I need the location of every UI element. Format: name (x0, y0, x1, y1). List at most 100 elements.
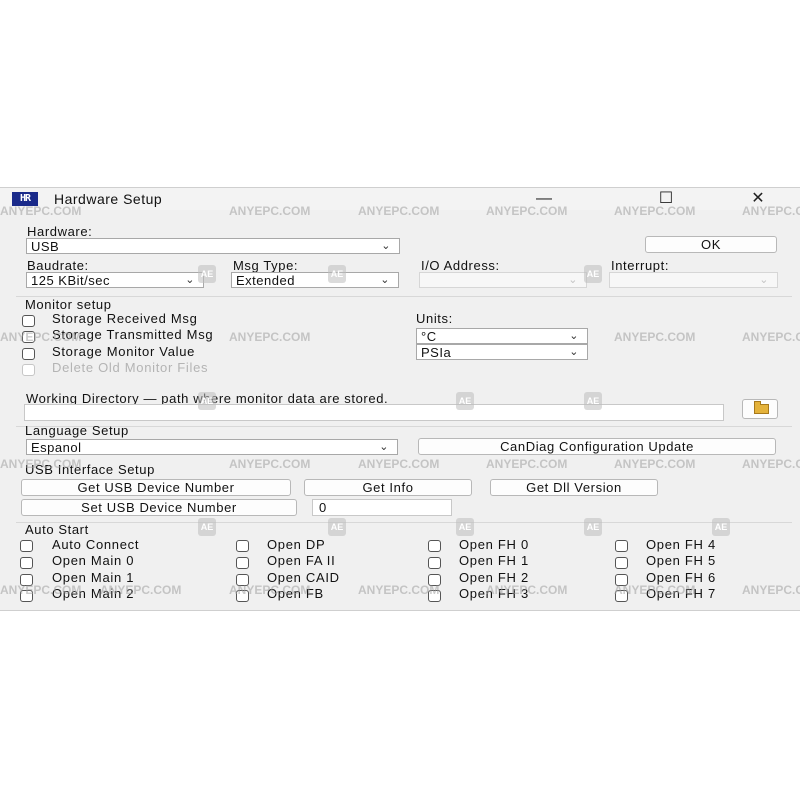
watermark-text: ANYEPC.COM (742, 204, 800, 218)
watermark-logo: AE (198, 518, 216, 536)
baudrate-value: 125 KBit/sec (31, 273, 110, 288)
watermark-text: ANYEPC.COM (614, 204, 696, 218)
interrupt-label: Interrupt: (611, 258, 670, 273)
chevron-down-icon: ⌄ (380, 274, 390, 286)
io-address-select[interactable]: ⌄ (419, 272, 587, 288)
watermark-text: ANYEPC.COM (742, 457, 800, 471)
watermark-text: ANYEPC.COM (229, 330, 311, 344)
watermark-text: ANYEPC.COM (358, 457, 440, 471)
watermark-text: ANYEPC.COM (358, 583, 440, 597)
baudrate-select[interactable]: 125 KBit/sec ⌄ (26, 272, 204, 288)
get-info-button[interactable]: Get Info (304, 479, 472, 496)
watermark-text: ANYEPC.COM (229, 457, 311, 471)
units-label: Units: (416, 311, 453, 326)
msg-type-label: Msg Type: (233, 258, 299, 273)
open-main0-label: Open Main 0 (52, 553, 135, 568)
watermark-logo: AE (584, 265, 602, 283)
watermark-text: ANYEPC.COM (614, 330, 696, 344)
chevron-down-icon: ⌄ (759, 274, 769, 286)
temperature-unit-value: °C (421, 329, 437, 344)
auto-connect-checkbox[interactable] (20, 540, 33, 552)
storage-received-label: Storage Received Msg (52, 311, 198, 326)
open-fh5-checkbox[interactable] (615, 557, 628, 569)
storage-monitor-value-checkbox[interactable] (22, 348, 35, 360)
pressure-unit-select[interactable]: PSIa ⌄ (416, 344, 588, 360)
chevron-down-icon: ⌄ (185, 274, 195, 286)
open-fh4-checkbox[interactable] (615, 540, 628, 552)
watermark-text: ANYEPC.COM (614, 583, 696, 597)
auto-start-title: Auto Start (25, 522, 89, 537)
hardware-setup-window: HR Hardware Setup — ☐ ✕ Hardware: USB ⌄ … (0, 187, 800, 611)
divider (16, 296, 792, 297)
open-fh1-checkbox[interactable] (428, 557, 441, 569)
storage-received-checkbox[interactable] (22, 315, 35, 327)
interrupt-select[interactable]: ⌄ (609, 272, 778, 288)
io-address-label: I/O Address: (421, 258, 500, 273)
divider (16, 522, 792, 523)
open-main0-checkbox[interactable] (20, 557, 33, 569)
msg-type-select[interactable]: Extended ⌄ (231, 272, 399, 288)
ok-button[interactable]: OK (645, 236, 777, 253)
watermark-logo: AE (198, 265, 216, 283)
watermark-text: ANYEPC.COM (486, 457, 568, 471)
watermark-logo: AE (456, 392, 474, 410)
open-fa2-label: Open FA II (267, 553, 336, 568)
open-fh5-label: Open FH 5 (646, 553, 716, 568)
watermark-logo: AE (198, 392, 216, 410)
hardware-select[interactable]: USB ⌄ (26, 238, 400, 254)
temperature-unit-select[interactable]: °C ⌄ (416, 328, 588, 344)
watermark-text: ANYEPC.COM (742, 583, 800, 597)
hardware-label: Hardware: (27, 224, 93, 239)
divider (16, 426, 792, 427)
hardware-value: USB (31, 239, 60, 254)
watermark-logo: AE (712, 518, 730, 536)
pressure-unit-value: PSIa (421, 345, 452, 360)
watermark-text: ANYEPC.COM (486, 204, 568, 218)
auto-connect-label: Auto Connect (52, 537, 140, 552)
watermark-text: ANYEPC.COM (229, 583, 311, 597)
chevron-down-icon: ⌄ (381, 240, 391, 252)
chevron-down-icon: ⌄ (379, 441, 389, 453)
open-fa2-checkbox[interactable] (236, 557, 249, 569)
open-fh0-checkbox[interactable] (428, 540, 441, 552)
watermark-text: ANYEPC.COM (0, 583, 82, 597)
chevron-down-icon: ⌄ (569, 330, 579, 342)
watermark-logo: AE (456, 518, 474, 536)
chevron-down-icon: ⌄ (568, 274, 578, 286)
open-dp-label: Open DP (267, 537, 326, 552)
watermark-logo: AE (328, 518, 346, 536)
language-setup-title: Language Setup (25, 423, 129, 438)
watermark-text: ANYEPC.COM (0, 330, 82, 344)
set-usb-device-number-button[interactable]: Set USB Device Number (21, 499, 297, 516)
usb-device-number-input[interactable]: 0 (312, 499, 452, 516)
browse-folder-button[interactable] (742, 399, 778, 419)
watermark-logo: AE (584, 518, 602, 536)
language-value: Espanol (31, 440, 82, 455)
get-dll-version-button[interactable]: Get Dll Version (490, 479, 658, 496)
get-usb-device-number-button[interactable]: Get USB Device Number (21, 479, 291, 496)
delete-old-files-label: Delete Old Monitor Files (52, 360, 209, 375)
monitor-setup-title: Monitor setup (25, 297, 112, 312)
watermark-text: ANYEPC.COM (614, 457, 696, 471)
open-fh4-label: Open FH 4 (646, 537, 716, 552)
watermark-text: ANYEPC.COM (358, 204, 440, 218)
delete-old-files-checkbox[interactable] (22, 364, 35, 376)
open-fh0-label: Open FH 0 (459, 537, 529, 552)
language-select[interactable]: Espanol ⌄ (26, 439, 398, 455)
working-directory-input[interactable] (24, 404, 724, 421)
open-fh1-label: Open FH 1 (459, 553, 529, 568)
watermark-logo: AE (584, 392, 602, 410)
watermark-logo: AE (328, 265, 346, 283)
storage-monitor-value-label: Storage Monitor Value (52, 344, 196, 359)
watermark-text: ANYEPC.COM (486, 583, 568, 597)
chevron-down-icon: ⌄ (569, 346, 579, 358)
msg-type-value: Extended (236, 273, 295, 288)
watermark-text: ANYEPC.COM (229, 204, 311, 218)
candiag-config-update-button[interactable]: CanDiag Configuration Update (418, 438, 776, 455)
watermark-text: ANYEPC.COM (0, 457, 82, 471)
baudrate-label: Baudrate: (27, 258, 89, 273)
open-dp-checkbox[interactable] (236, 540, 249, 552)
watermark-text: ANYEPC.COM (742, 330, 800, 344)
watermark-text: ANYEPC.COM (100, 583, 182, 597)
folder-icon (754, 401, 769, 414)
